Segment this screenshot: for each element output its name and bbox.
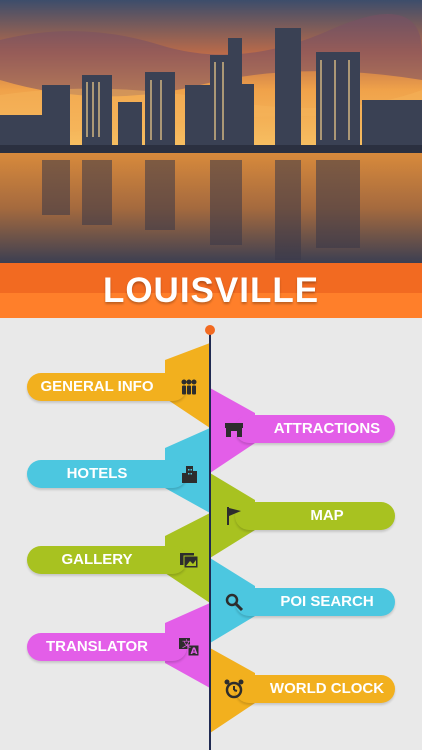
photos-icon[interactable]	[177, 548, 201, 572]
menu-world-clock-button[interactable]: WORLD CLOCK	[235, 675, 395, 703]
translate-icon[interactable]: 文A	[177, 635, 201, 659]
group-icon[interactable]	[177, 376, 201, 400]
menu-hotels-label: HOTELS	[66, 465, 128, 482]
menu-general-info-label: GENERAL INFO	[40, 378, 154, 395]
svg-text:A: A	[191, 647, 198, 657]
menu-hotels-button[interactable]: HOTELS	[27, 460, 187, 488]
app-title: LOUISVILLE	[102, 271, 320, 310]
menu-general-info-button[interactable]: GENERAL INFO	[27, 373, 187, 401]
menu-world-clock-label: WORLD CLOCK	[269, 680, 385, 697]
title-bar: LOUISVILLE	[0, 263, 422, 318]
flag-icon[interactable]	[222, 504, 246, 528]
menu-attractions-button[interactable]: ATTRACTIONS	[235, 415, 395, 443]
timeline-line	[209, 330, 211, 750]
menu-attractions-label: ATTRACTIONS	[273, 420, 381, 437]
menu-gallery-label: GALLERY	[61, 551, 133, 568]
menu-translator-label: TRANSLATOR	[46, 638, 148, 655]
menu-map-button[interactable]: MAP	[235, 502, 395, 530]
building-icon[interactable]	[177, 463, 201, 487]
menu-poi-search-label: POI SEARCH	[280, 593, 374, 610]
hero-skyline-image	[0, 0, 422, 263]
alarm-clock-icon[interactable]	[222, 677, 246, 701]
menu-gallery-button[interactable]: GALLERY	[27, 546, 187, 574]
menu-translator-button[interactable]: TRANSLATOR	[27, 633, 187, 661]
magnifier-icon[interactable]	[222, 590, 246, 614]
timeline-top-dot	[205, 325, 215, 335]
menu-map-label: MAP	[310, 507, 344, 524]
menu-poi-search-button[interactable]: POI SEARCH	[235, 588, 395, 616]
storefront-icon[interactable]	[222, 418, 246, 442]
